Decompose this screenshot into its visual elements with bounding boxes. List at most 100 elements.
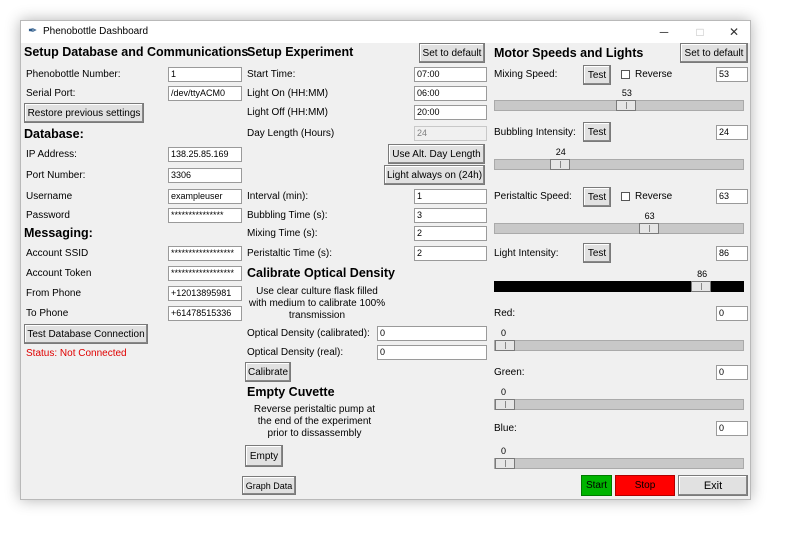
peristaltic-speed-slider[interactable]: 63 xyxy=(494,211,744,234)
mixing-speed-field[interactable]: 53 xyxy=(716,67,748,82)
feather-icon: ✒ xyxy=(28,25,38,37)
light-always-on-button[interactable]: Light always on (24h) xyxy=(384,165,485,185)
username-field[interactable]: exampleuser xyxy=(168,189,242,204)
calibrate-description: Use clear culture flask filled with medi… xyxy=(248,286,386,321)
minimize-button[interactable]: ─ xyxy=(651,23,677,41)
account-ssid-field[interactable]: ****************** xyxy=(168,246,242,261)
od-real-field[interactable]: 0 xyxy=(377,345,487,360)
exit-button[interactable]: Exit xyxy=(678,475,748,496)
mixing-slider-value: 53 xyxy=(621,88,632,98)
maximize-button[interactable]: □ xyxy=(687,23,713,41)
connection-status: Status: Not Connected xyxy=(26,348,127,359)
light-intensity-field[interactable]: 86 xyxy=(716,246,748,261)
phenobottle-number-field[interactable]: 1 xyxy=(168,67,242,82)
peristaltic-slider-thumb[interactable] xyxy=(638,223,659,234)
light-slider-thumb[interactable] xyxy=(691,281,712,292)
red-slider-thumb[interactable] xyxy=(495,340,515,351)
peristaltic-speed-field[interactable]: 63 xyxy=(716,189,748,204)
green-slider[interactable]: 0 xyxy=(494,387,744,410)
red-slider[interactable]: 0 xyxy=(494,328,744,351)
peristaltic-speed-label: Peristaltic Speed: xyxy=(494,191,572,202)
username-label: Username xyxy=(26,191,73,202)
account-token-field[interactable]: ****************** xyxy=(168,266,242,281)
mixing-speed-slider[interactable]: 53 xyxy=(494,88,744,111)
to-phone-label: To Phone xyxy=(26,308,69,319)
bubbling-time-label: Bubbling Time (s): xyxy=(247,210,328,221)
peristaltic-time-field[interactable]: 2 xyxy=(414,246,487,261)
start-time-label: Start Time: xyxy=(247,69,296,80)
mixing-time-label: Mixing Time (s): xyxy=(247,228,318,239)
ip-address-label: IP Address: xyxy=(26,149,77,160)
day-length-label: Day Length (Hours) xyxy=(247,128,335,139)
interval-label: Interval (min): xyxy=(247,191,309,202)
bubbling-slider-thumb[interactable] xyxy=(549,159,570,170)
stop-button[interactable]: Stop xyxy=(615,475,675,496)
mixing-reverse-label: Reverse xyxy=(635,69,673,80)
light-off-field[interactable]: 20:00 xyxy=(414,105,487,120)
close-button[interactable]: ✕ xyxy=(721,23,747,41)
red-slider-value: 0 xyxy=(501,328,507,338)
light-test-button[interactable]: Test xyxy=(583,243,611,263)
mixing-slider-thumb[interactable] xyxy=(615,100,636,111)
empty-cuvette-heading: Empty Cuvette xyxy=(247,385,335,399)
messaging-heading: Messaging: xyxy=(24,226,93,240)
green-field[interactable]: 0 xyxy=(716,365,748,380)
password-field[interactable]: *************** xyxy=(168,208,242,223)
password-label: Password xyxy=(26,210,70,221)
setup-db-heading: Setup Database and Communications xyxy=(24,45,249,59)
green-label: Green: xyxy=(494,367,525,378)
blue-field[interactable]: 0 xyxy=(716,421,748,436)
motor-lights-heading: Motor Speeds and Lights xyxy=(494,46,644,60)
account-token-label: Account Token xyxy=(26,268,92,279)
green-slider-thumb[interactable] xyxy=(495,399,515,410)
od-real-label: Optical Density (real): xyxy=(247,347,344,358)
bubbling-intensity-slider[interactable]: 24 xyxy=(494,147,744,170)
mixing-reverse-checkbox[interactable] xyxy=(621,70,630,79)
blue-slider[interactable]: 0 xyxy=(494,446,744,469)
peristaltic-test-button[interactable]: Test xyxy=(583,187,611,207)
day-length-field: 24 xyxy=(414,126,487,141)
interval-field[interactable]: 1 xyxy=(414,189,487,204)
peristaltic-slider-value: 63 xyxy=(644,211,655,221)
calibrate-heading: Calibrate Optical Density xyxy=(247,266,395,280)
calibrate-button[interactable]: Calibrate xyxy=(245,362,291,382)
green-slider-value: 0 xyxy=(501,387,507,397)
red-label: Red: xyxy=(494,308,516,319)
od-calibrated-label: Optical Density (calibrated): xyxy=(247,328,370,339)
ip-address-field[interactable]: 138.25.85.169 xyxy=(168,147,242,162)
mixing-test-button[interactable]: Test xyxy=(583,65,611,85)
bubbling-test-button[interactable]: Test xyxy=(583,122,611,142)
blue-slider-value: 0 xyxy=(501,446,507,456)
to-phone-field[interactable]: +61478515336 xyxy=(168,306,242,321)
serial-port-field[interactable]: /dev/ttyACM0 xyxy=(168,86,242,101)
peristaltic-reverse-checkbox[interactable] xyxy=(621,192,630,201)
graph-data-button[interactable]: Graph Data xyxy=(242,476,296,495)
mixing-time-field[interactable]: 2 xyxy=(414,226,487,241)
restore-settings-button[interactable]: Restore previous settings xyxy=(24,103,144,123)
from-phone-label: From Phone xyxy=(26,288,82,299)
light-slider-value: 86 xyxy=(697,269,708,279)
alt-day-length-button[interactable]: Use Alt. Day Length xyxy=(388,144,485,164)
motor-default-button[interactable]: Set to default xyxy=(680,43,748,63)
database-heading: Database: xyxy=(24,127,84,141)
port-number-field[interactable]: 3306 xyxy=(168,168,242,183)
bubbling-slider-value: 24 xyxy=(555,147,566,157)
light-intensity-slider[interactable]: 86 xyxy=(494,269,744,292)
red-field[interactable]: 0 xyxy=(716,306,748,321)
test-database-button[interactable]: Test Database Connection xyxy=(24,324,148,344)
light-off-label: Light Off (HH:MM) xyxy=(247,107,328,118)
account-ssid-label: Account SSID xyxy=(26,248,89,259)
start-time-field[interactable]: 07:00 xyxy=(414,67,487,82)
bubbling-time-field[interactable]: 3 xyxy=(414,208,487,223)
od-calibrated-field[interactable]: 0 xyxy=(377,326,487,341)
start-button[interactable]: Start xyxy=(581,475,612,496)
empty-cuvette-description: Reverse peristaltic pump at the end of t… xyxy=(253,404,376,439)
bubbling-intensity-field[interactable]: 24 xyxy=(716,125,748,140)
experiment-default-button[interactable]: Set to default xyxy=(419,43,485,63)
blue-slider-thumb[interactable] xyxy=(495,458,515,469)
empty-button[interactable]: Empty xyxy=(245,445,283,467)
window-title: Phenobottle Dashboard xyxy=(43,26,149,37)
from-phone-field[interactable]: +12013895981 xyxy=(168,286,242,301)
light-on-field[interactable]: 06:00 xyxy=(414,86,487,101)
app-window: ✒ Phenobottle Dashboard ─ □ ✕ Setup Data… xyxy=(20,20,751,500)
